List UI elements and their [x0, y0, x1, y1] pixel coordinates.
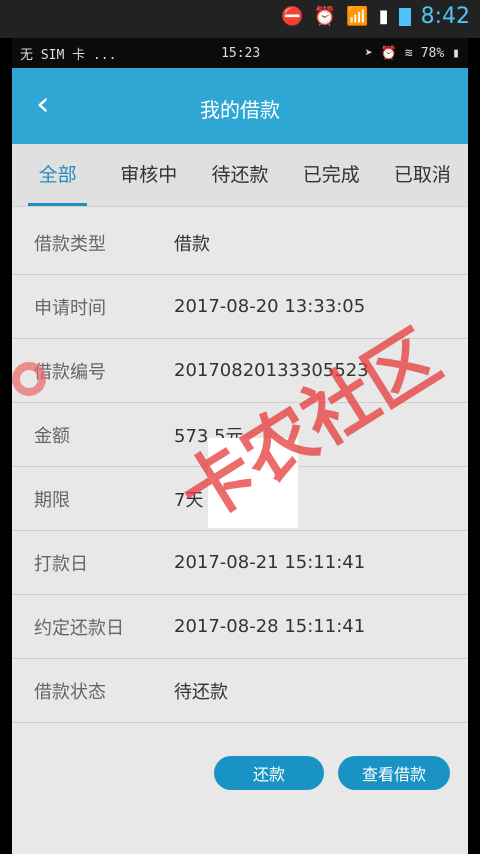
inner-status-icons: ➤ ⏰ ≋ 78% ▮ [365, 46, 460, 61]
row-label: 期限 [34, 489, 70, 511]
carrier-text: 无 SIM 卡 ... [20, 47, 117, 63]
row-value: 2017-08-20 13:33:05 [174, 296, 366, 317]
alarm-icon: ⏰ [313, 6, 337, 27]
life-ring-icon [12, 362, 46, 396]
row-value: 待还款 [174, 681, 228, 703]
device-status-bar: ⛔ ⏰ 📶 ▮ 8:42 [0, 0, 480, 38]
tab-to-repay[interactable]: 待还款 [194, 144, 285, 206]
device-time: 8:42 [420, 4, 470, 29]
row-value: 借款 [174, 233, 210, 255]
loan-row-due-date: 约定还款日 2017-08-28 15:11:41 [12, 595, 468, 659]
battery-inner-icon: ▮ [452, 45, 460, 61]
tab-reviewing[interactable]: 审核中 [103, 144, 194, 206]
battery-text: 78% [420, 45, 445, 61]
app-screen: 无 SIM 卡 ... 15:23 ➤ ⏰ ≋ 78% ▮ ‹ 我的借款 全部 … [12, 38, 468, 854]
page-title: 我的借款 [200, 98, 280, 122]
repay-button[interactable]: 还款 [214, 756, 324, 790]
view-loan-button[interactable]: 查看借款 [338, 756, 450, 790]
row-value: 2017-08-28 15:11:41 [174, 616, 366, 637]
signal-icon: ▮ [378, 6, 389, 27]
app-bar: ‹ 我的借款 [12, 68, 468, 144]
row-label: 申请时间 [34, 297, 106, 319]
row-label: 约定还款日 [34, 617, 124, 639]
loan-row-payout-date: 打款日 2017-08-21 15:11:41 [12, 531, 468, 595]
row-label: 借款类型 [34, 233, 106, 255]
tab-all[interactable]: 全部 [12, 144, 103, 206]
row-value: 2017-08-21 15:11:41 [174, 552, 366, 573]
wifi-icon-inner: ≋ [404, 45, 413, 61]
inner-status-bar: 无 SIM 卡 ... 15:23 ➤ ⏰ ≋ 78% ▮ [12, 38, 468, 68]
inner-time: 15:23 [221, 45, 261, 61]
loan-row-type: 借款类型 借款 [12, 211, 468, 275]
inner-alarm-icon: ⏰ [380, 45, 397, 61]
row-label: 借款状态 [34, 681, 106, 703]
loan-row-status: 借款状态 待还款 [12, 659, 468, 723]
actions-bar: 还款 查看借款 [12, 723, 468, 823]
tab-completed[interactable]: 已完成 [286, 144, 377, 206]
tab-cancelled[interactable]: 已取消 [377, 144, 468, 206]
battery-icon [398, 7, 411, 26]
wifi-icon: 📶 [346, 6, 369, 27]
row-label: 打款日 [34, 553, 88, 575]
location-icon: ➤ [364, 45, 373, 61]
vibrate-off-icon: ⛔ [281, 6, 304, 27]
tab-bar: 全部 审核中 待还款 已完成 已取消 [12, 144, 468, 207]
row-label: 金额 [34, 425, 70, 447]
